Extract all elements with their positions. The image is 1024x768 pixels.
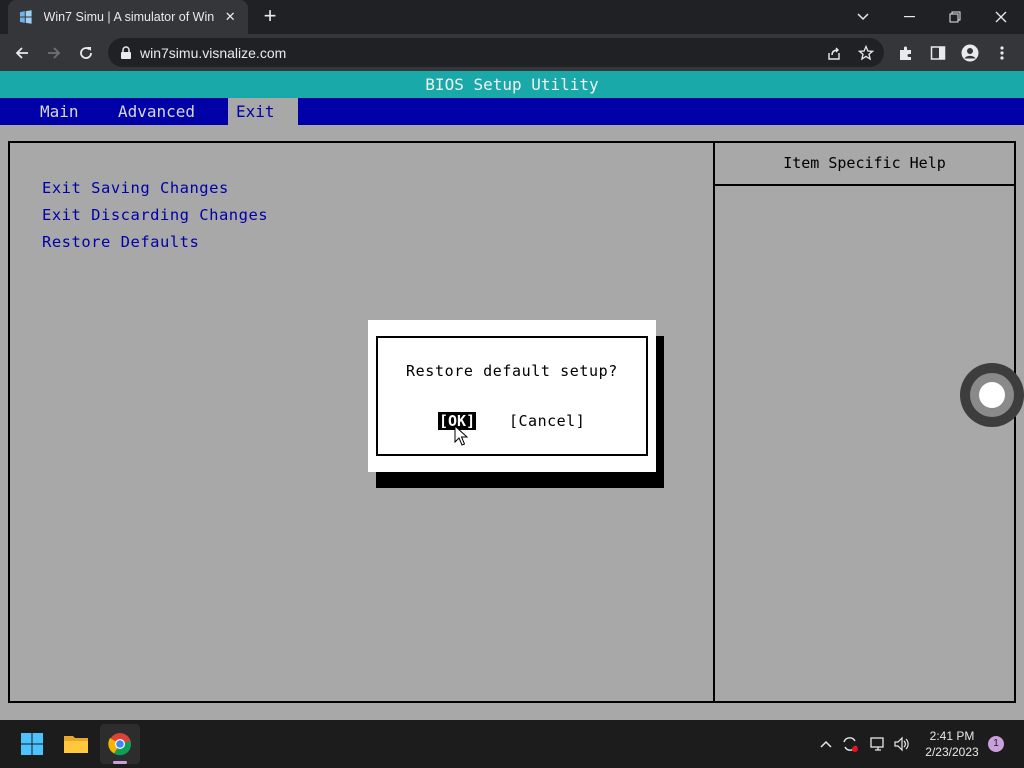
url-text: win7simu.visnalize.com	[140, 44, 287, 61]
browser-tab[interactable]: Win7 Simu | A simulator of Windows 7 ✕	[8, 0, 248, 34]
panel-divider	[713, 143, 715, 701]
browser-titlebar: Win7 Simu | A simulator of Windows 7 ✕ +	[0, 0, 1024, 34]
bookmark-star-icon[interactable]	[852, 39, 880, 67]
dialog-message: Restore default setup?	[406, 362, 618, 380]
assistive-touch-button[interactable]	[960, 363, 1024, 427]
tab-title: Win7 Simu | A simulator of Windows 7	[43, 10, 215, 24]
profile-avatar-icon[interactable]	[956, 39, 984, 67]
win7simu-favicon-icon	[19, 10, 32, 24]
close-window-button[interactable]	[978, 0, 1024, 34]
clock-date: 2/23/2023	[925, 745, 979, 759]
address-bar[interactable]: win7simu.visnalize.com	[108, 38, 884, 67]
item-specific-help-header: Item Specific Help	[715, 143, 1014, 186]
tab-close-icon[interactable]: ✕	[222, 9, 238, 25]
side-panel-icon[interactable]	[924, 39, 952, 67]
notification-badge[interactable]: 1	[988, 736, 1004, 752]
restore-button[interactable]	[932, 0, 978, 34]
menu-advanced[interactable]: Advanced	[108, 98, 205, 125]
option-exit-discarding-changes[interactable]: Exit Discarding Changes	[42, 206, 268, 224]
file-explorer-icon[interactable]	[56, 724, 96, 764]
option-exit-saving-changes[interactable]: Exit Saving Changes	[42, 179, 229, 197]
lock-icon	[121, 45, 131, 59]
taskbar-clock[interactable]: 2:41 PM 2/23/2023	[912, 728, 992, 760]
restore-defaults-dialog: Restore default setup? [OK] [Cancel]	[368, 320, 656, 472]
sync-icon[interactable]	[840, 734, 860, 754]
dialog-frame: Restore default setup? [OK] [Cancel]	[376, 336, 648, 456]
extensions-icon[interactable]	[892, 39, 920, 67]
menu-main[interactable]: Main	[30, 98, 89, 125]
bios-screen: BIOS Setup Utility Main Advanced Exit Ex…	[0, 71, 1024, 720]
cancel-button[interactable]: [Cancel]	[509, 412, 585, 430]
minimize-button[interactable]	[886, 0, 932, 34]
chrome-icon[interactable]	[100, 724, 140, 764]
reload-icon[interactable]	[72, 39, 100, 67]
tray-overflow-chevron-icon[interactable]	[816, 734, 836, 754]
option-restore-defaults[interactable]: Restore Defaults	[42, 233, 199, 251]
mouse-pointer-icon	[454, 425, 468, 446]
network-icon[interactable]	[868, 734, 888, 754]
clock-time: 2:41 PM	[929, 729, 975, 743]
back-arrow-icon[interactable]	[8, 39, 36, 67]
browser-toolbar: win7simu.visnalize.com	[0, 34, 1024, 71]
more-menu-icon[interactable]	[988, 39, 1016, 67]
tab-search-icon[interactable]	[840, 0, 886, 34]
share-icon[interactable]	[820, 39, 848, 67]
start-windows-icon[interactable]	[12, 724, 52, 764]
bios-title: BIOS Setup Utility	[0, 71, 1024, 98]
new-tab-button[interactable]: +	[258, 4, 282, 28]
bios-menubar: Main Advanced Exit	[0, 98, 1024, 125]
menu-exit[interactable]: Exit	[228, 98, 298, 125]
forward-arrow-icon[interactable]	[40, 39, 68, 67]
taskbar: 2:41 PM 2/23/2023 1	[0, 720, 1024, 768]
volume-icon[interactable]	[892, 734, 912, 754]
